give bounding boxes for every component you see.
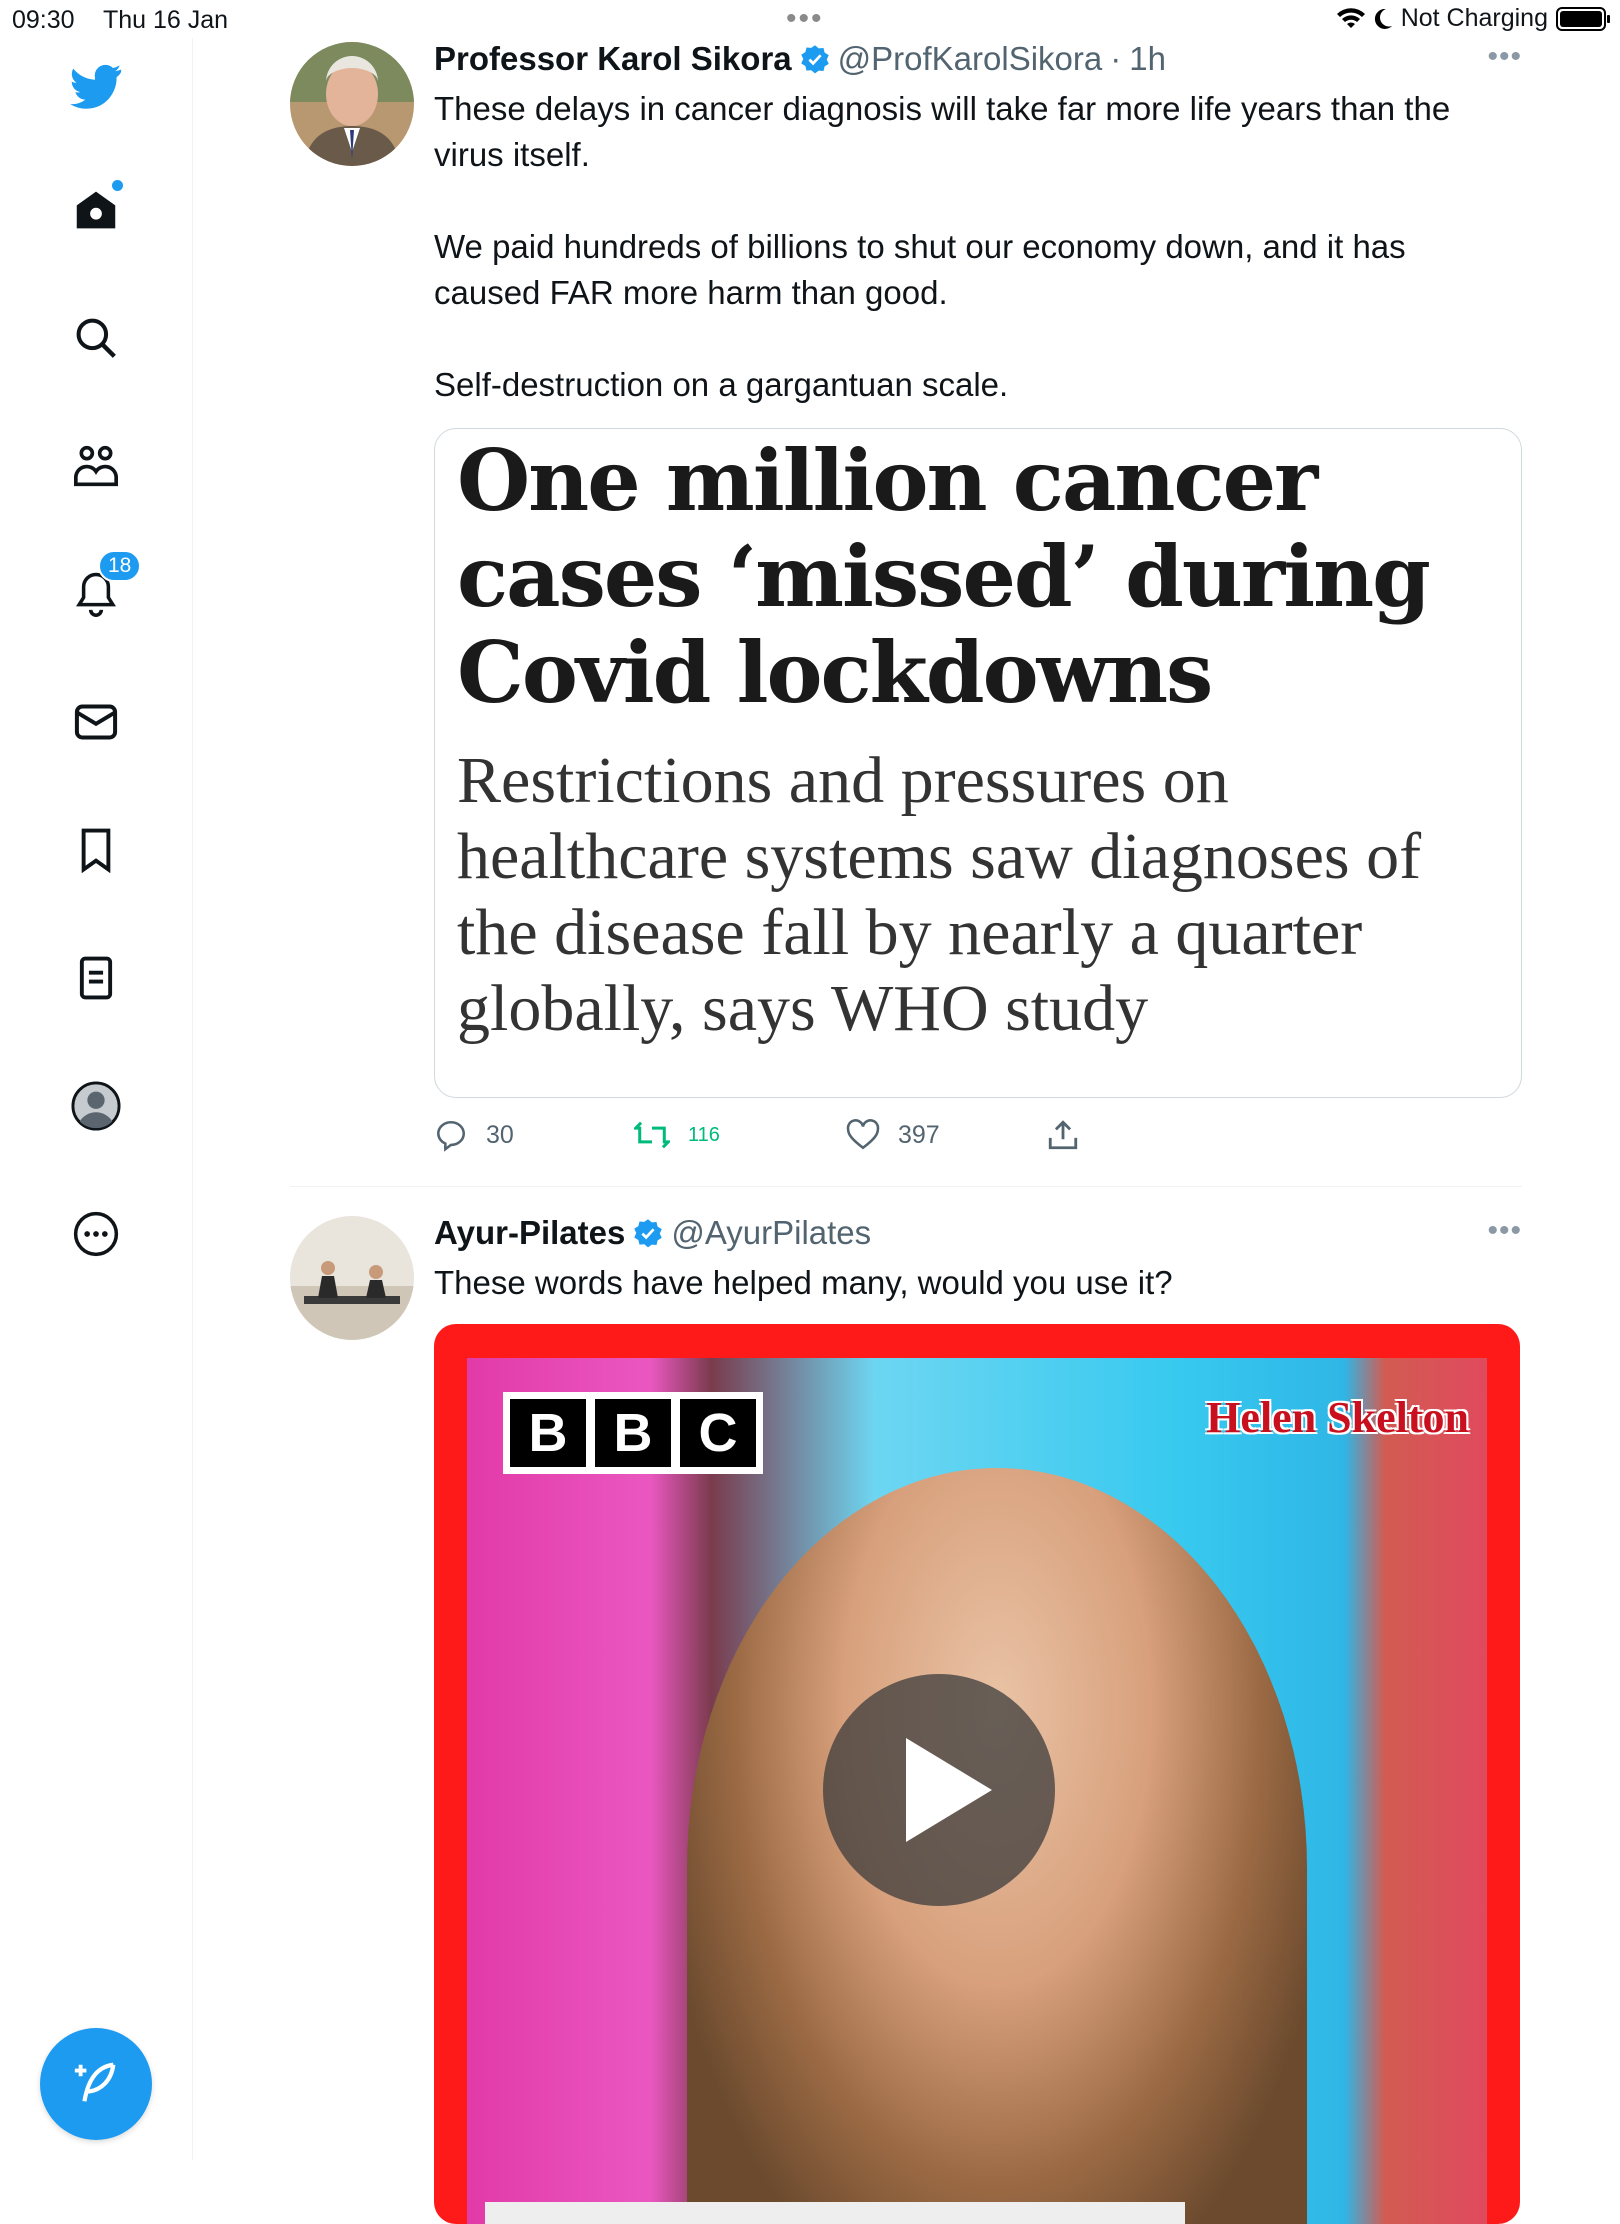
- retweet-count: 116: [688, 1123, 720, 1146]
- share-icon: [1048, 1120, 1078, 1150]
- video-name-tag: Helen Skelton: [1206, 1393, 1469, 1442]
- verified-badge-icon: [800, 45, 829, 74]
- nav-home[interactable]: [70, 180, 123, 236]
- nav-explore[interactable]: [70, 312, 122, 364]
- bbc-logo-letter: B: [510, 1399, 586, 1467]
- nav-bookmarks[interactable]: [70, 824, 122, 876]
- tweet-divider: [290, 1186, 1522, 1187]
- communities-icon: [74, 445, 118, 487]
- reply-button[interactable]: 30: [434, 1118, 634, 1152]
- like-count: 397: [898, 1120, 940, 1149]
- bbc-logo: B B C: [503, 1392, 763, 1474]
- home-new-dot: [112, 180, 123, 191]
- nav-profile[interactable]: [70, 1080, 122, 1132]
- tweet-ayurpilates[interactable]: Ayur-Pilates @AyurPilates ••• These word…: [290, 1214, 1522, 2224]
- play-button-icon[interactable]: [823, 1674, 1055, 1906]
- status-time: 09:30: [12, 6, 75, 34]
- nav-communities[interactable]: [70, 440, 122, 492]
- sidebar: 18: [0, 38, 193, 2160]
- search-icon: [76, 318, 116, 358]
- verified-badge-icon: [634, 1219, 663, 1248]
- reply-icon: [436, 1120, 466, 1152]
- twitter-logo-icon[interactable]: [70, 60, 122, 112]
- article-headline: One million cancer cases ‘missed’ during…: [457, 431, 1431, 722]
- author-name[interactable]: Ayur-Pilates: [434, 1214, 625, 1252]
- nav-notifications[interactable]: 18: [70, 550, 142, 620]
- more-options-icon[interactable]: •••: [1487, 40, 1522, 74]
- tweet-time[interactable]: 1h: [1129, 40, 1166, 78]
- more-options-icon[interactable]: •••: [1487, 1214, 1522, 1248]
- article-subhead: Restrictions and pressures on healthcare…: [457, 744, 1422, 1045]
- moon-icon: [1374, 8, 1392, 29]
- tweet-header: Ayur-Pilates @AyurPilates: [434, 1214, 871, 1252]
- share-button[interactable]: [1046, 1118, 1080, 1152]
- tweet-image-card[interactable]: One million cancer cases ‘missed’ during…: [434, 428, 1522, 1098]
- tweet-text: These delays in cancer diagnosis will ta…: [434, 86, 1494, 408]
- tweet-header: Professor Karol Sikora @ProfKarolSikora …: [434, 40, 1166, 78]
- status-indicators: Not Charging: [1336, 4, 1610, 33]
- tweet-paragraph: These delays in cancer diagnosis will ta…: [434, 90, 1451, 173]
- tweet-paragraph: Self-destruction on a gargantuan scale.: [434, 366, 1009, 403]
- status-bar: 09:30 Thu 16 Jan ••• Not Charging: [0, 0, 1620, 38]
- tweet-sikora[interactable]: Professor Karol Sikora @ProfKarolSikora …: [290, 40, 1522, 1190]
- reply-count: 30: [486, 1120, 514, 1149]
- wifi-icon: [1336, 7, 1365, 28]
- author-handle[interactable]: @AyurPilates: [671, 1214, 871, 1252]
- home-icon: [76, 191, 116, 229]
- retweet-icon: [634, 1121, 670, 1149]
- nav-more[interactable]: [70, 1208, 122, 1260]
- more-circle-icon: [73, 1211, 119, 1257]
- nav-messages[interactable]: [70, 696, 122, 748]
- notification-count-badge: 18: [98, 550, 142, 582]
- like-button[interactable]: 397: [846, 1119, 1046, 1151]
- video-player[interactable]: B B C Helen Skelton: [434, 1324, 1520, 2224]
- nav-lists[interactable]: [70, 952, 122, 1004]
- tweet-text: These words have helped many, would you …: [434, 1264, 1173, 1301]
- avatar[interactable]: [290, 42, 414, 166]
- tweet-actions: 30 116 397: [434, 1118, 1080, 1152]
- heart-icon: [846, 1119, 880, 1150]
- status-date: Thu 16 Jan: [103, 6, 229, 34]
- compose-feather-icon: [74, 2062, 116, 2102]
- battery-icon: [1556, 6, 1610, 31]
- multitasking-dots-icon[interactable]: •••: [786, 2, 824, 36]
- bookmark-icon: [81, 828, 111, 873]
- video-caption-strip: [485, 2202, 1185, 2224]
- separator-dot: ·: [1110, 40, 1122, 77]
- retweet-button[interactable]: 116: [634, 1120, 846, 1150]
- bbc-logo-letter: C: [680, 1399, 756, 1467]
- mail-icon: [74, 704, 118, 740]
- author-handle[interactable]: @ProfKarolSikora: [838, 40, 1103, 78]
- avatar[interactable]: [290, 1216, 414, 1340]
- tweet-paragraph: We paid hundreds of billions to shut our…: [434, 228, 1406, 311]
- profile-icon: [71, 1081, 121, 1131]
- list-icon: [79, 956, 113, 1000]
- author-name[interactable]: Professor Karol Sikora: [434, 40, 792, 78]
- bbc-logo-letter: B: [595, 1399, 671, 1467]
- compose-tweet-button[interactable]: [40, 2028, 152, 2140]
- video-thumbnail: B B C Helen Skelton: [467, 1358, 1487, 2224]
- charging-status: Not Charging: [1400, 4, 1548, 32]
